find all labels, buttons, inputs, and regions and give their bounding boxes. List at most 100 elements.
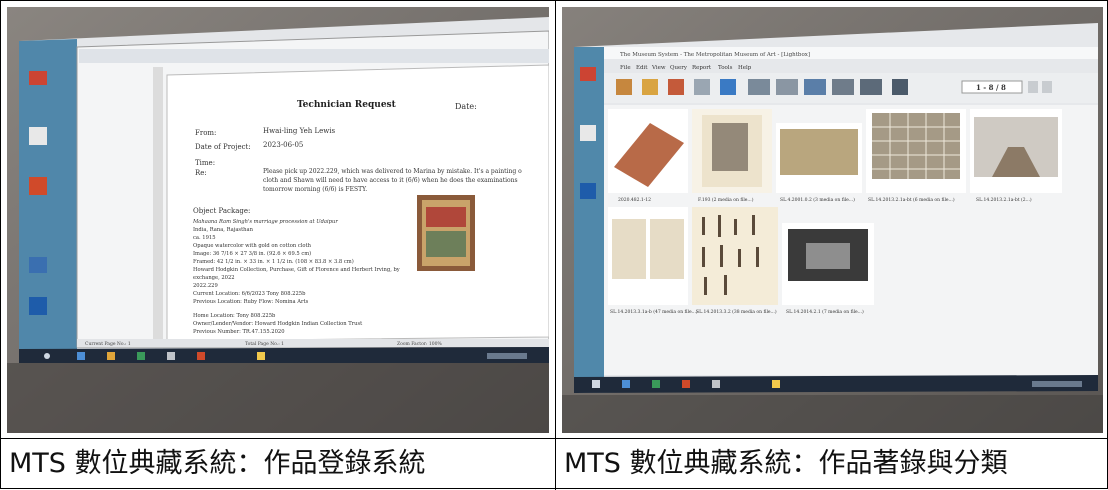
taskbar-app-icon: [592, 380, 600, 388]
status-zoom: Zoom Factor: 100%: [397, 341, 442, 347]
doc-re-label: Re:: [195, 169, 207, 177]
doc-re-line: Please pick up 2022.229, which was deliv…: [263, 168, 522, 175]
thumbnail-caption: SL.14.2013.3.1a-b (47 media on file...): [610, 308, 698, 315]
doc-package-line: Howard Hodgkin Collection, Purchase, Gif…: [193, 267, 400, 273]
status-page: Current Page No.: 1: [85, 341, 131, 347]
taskbar-app-icon: [712, 380, 720, 388]
doc-home-line: Owner/Lender/Vendor: Howard Hodgkin Indi…: [193, 321, 363, 327]
projection-photo-left: Technician Request Date: From: Hwai-ling…: [7, 7, 549, 433]
doc-title: Technician Request: [297, 100, 397, 110]
table-divider-vertical: [555, 1, 556, 490]
layout-table: Technician Request Date: From: Hwai-ling…: [0, 0, 1108, 490]
desktop-app-icon: [29, 297, 47, 315]
taskbar-app-icon: [257, 352, 265, 360]
view-grid-icon[interactable]: [776, 79, 798, 95]
thumbnail-caption: SL.14.2013.2.1a-bt (6 media on file...): [868, 196, 955, 203]
menu-item[interactable]: View: [651, 65, 666, 71]
thumbnail-caption: 2020.482.1-12: [618, 197, 651, 203]
menu-item[interactable]: Report: [692, 65, 712, 71]
window-toolbar: [79, 49, 549, 63]
next-record-button[interactable]: [1042, 81, 1052, 93]
menu-item[interactable]: Tools: [718, 65, 733, 71]
doc-from-label: From:: [195, 129, 216, 137]
prev-record-button[interactable]: [1028, 81, 1038, 93]
status-bar: [77, 339, 549, 347]
taskbar-app-icon: [682, 380, 690, 388]
painting-detail: [426, 207, 466, 227]
doc-time-label: Time:: [195, 159, 215, 167]
doc-package-line: exchange, 2022: [193, 275, 235, 281]
photo-registration-system: Technician Request Date: From: Hwai-ling…: [7, 7, 549, 433]
thumbnail-calligraphy-ink: [712, 123, 748, 171]
caption-left: MTS 數位典藏系統：作品登錄系統: [9, 448, 426, 479]
doc-project-value: 2023-06-05: [263, 141, 303, 149]
taskbar-app-icon: [197, 352, 205, 360]
doc-package-line: Opaque watercolor with gold on cotton cl…: [193, 243, 312, 249]
record-counter: 1 - 8 / 8: [976, 83, 1006, 92]
projection-photo-right: The Museum System - The Metropolitan Mus…: [562, 7, 1103, 433]
search-icon[interactable]: [694, 79, 710, 95]
object-icon[interactable]: [668, 79, 684, 95]
taskbar-app-icon: [107, 352, 115, 360]
doc-package-line: 2022.229: [193, 283, 218, 289]
taskbar-app-icon: [167, 352, 175, 360]
taskbar-app-icon: [622, 380, 630, 388]
window-title: The Museum System - The Metropolitan Mus…: [620, 52, 810, 58]
home-icon[interactable]: [616, 79, 632, 95]
desktop-strip: [574, 47, 604, 377]
doc-package-heading: Object Package:: [193, 207, 250, 215]
menu-item[interactable]: Help: [738, 65, 752, 71]
desktop-app-icon: [29, 127, 47, 145]
photo-cataloguing-system: The Museum System - The Metropolitan Mus…: [562, 7, 1103, 433]
desktop-app-icon: [29, 177, 47, 195]
doc-package-line: Framed: 42 1/2 in. × 33 in. × 1 1/2 in. …: [193, 258, 354, 265]
thumbnail-page-image: [612, 219, 646, 279]
status-total: Total Page No.: 1: [245, 341, 284, 347]
thumbnail-room-wall: [806, 243, 850, 269]
doc-package-line: India, Rana, Rajasthan: [193, 227, 254, 233]
thumbnail-caption: SL.14.2014.2.1 (7 media on file...): [786, 308, 864, 315]
menu-item[interactable]: Query: [670, 65, 688, 71]
desktop-app-icon: [580, 67, 596, 81]
doc-package-line: ca. 1915: [193, 235, 216, 241]
taskbar-app-icon: [137, 352, 145, 360]
doc-home-line: Previous Number: TR.47.155.2020: [193, 329, 285, 335]
doc-project-label: Date of Project:: [195, 143, 251, 151]
system-tray: [487, 353, 527, 359]
thumbnail-page-image: [650, 219, 684, 279]
thumbnail-landscape-image: [780, 129, 858, 175]
view-thumbnails-icon[interactable]: [748, 79, 770, 95]
doc-package-line: Previous Location: Ruby Flow: Nomina Art…: [193, 299, 309, 305]
desktop-app-icon: [29, 257, 47, 273]
search-icon: [44, 353, 50, 359]
thumbnail-caption: SL.4.2001.0.2 (3 media on file...): [780, 196, 855, 203]
menu-item[interactable]: File: [620, 65, 631, 71]
menu-item[interactable]: Edit: [636, 65, 648, 71]
desktop-app-icon: [29, 71, 47, 85]
view-table-icon[interactable]: [860, 79, 882, 95]
doc-from-value: Hwai-ling Yeh Lewis: [263, 127, 335, 135]
wall-shadow: [7, 363, 549, 433]
doc-re-line: cloth and Shawn will need to have access…: [263, 177, 518, 184]
thumbnail-caption: F.193 (2 media on file...): [698, 196, 754, 203]
doc-date-label: Date:: [455, 102, 477, 111]
bookmark-icon[interactable]: [720, 79, 736, 95]
taskbar-app-icon: [652, 380, 660, 388]
menu-bar: File Edit View Query Report Tools Help: [620, 65, 752, 71]
desktop-app-icon: [580, 183, 596, 199]
view-list-icon[interactable]: [804, 79, 826, 95]
taskbar: [19, 347, 549, 363]
system-tray: [1032, 381, 1082, 387]
doc-home-line: Home Location: Tony 808.225b: [193, 313, 276, 319]
doc-package-line: Current Location: 6/6/2023 Tony 808.225b: [193, 291, 306, 297]
edit-icon[interactable]: [892, 79, 908, 95]
thumbnail-caption: SL.14.2013.2.1a-bt (2...): [976, 196, 1032, 203]
view-detail-icon[interactable]: [832, 79, 854, 95]
up-arrow-icon[interactable]: [642, 79, 658, 95]
doc-package-line: Image: 36 7/16 × 27 3/8 in. (92.6 × 69.5…: [193, 250, 311, 257]
taskbar-app-icon: [772, 380, 780, 388]
doc-package-line: Mahaana Ram Singh's marriage procession …: [192, 219, 338, 225]
thumbnail-caption: SL.14.2013.3.2 (38 media on file...): [696, 308, 777, 315]
desktop-app-icon: [580, 125, 596, 141]
scrollbar[interactable]: [153, 67, 163, 341]
